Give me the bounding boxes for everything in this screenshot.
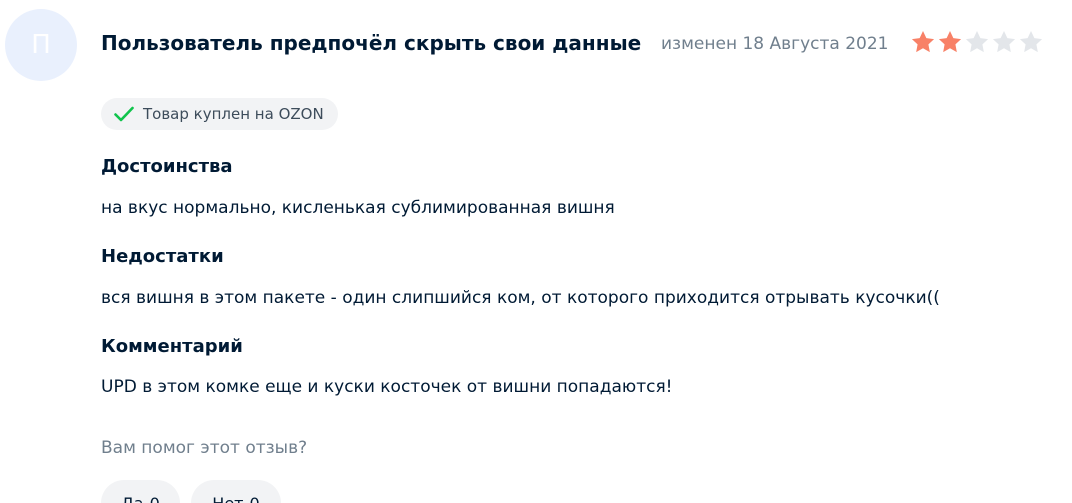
comment-text: UPD в этом комке еще и куски косточек от… (101, 377, 673, 397)
star-icon (1019, 30, 1043, 53)
cons-text: вся вишня в этом пакете - один слипшийся… (101, 288, 940, 308)
cons-title: Недостатки (101, 246, 224, 267)
vote-yes-count: 0 (149, 493, 160, 503)
review-card: П Пользователь предпочёл скрыть свои дан… (0, 0, 1072, 503)
vote-no-label: Нет (212, 493, 244, 503)
purchased-badge-text: Товар куплен на OZON (143, 105, 324, 123)
pros-title: Достоинства (101, 156, 233, 177)
vote-yes-button[interactable]: Да 0 (101, 480, 180, 503)
star-icon (911, 30, 935, 53)
purchased-badge: Товар куплен на OZON (101, 98, 338, 130)
review-date: изменен 18 Августа 2021 (661, 34, 889, 54)
avatar-initial: П (31, 30, 51, 60)
check-icon (114, 106, 134, 122)
helpful-question: Вам помог этот отзыв? (101, 438, 308, 458)
vote-no-count: 0 (249, 493, 260, 503)
star-icon (938, 30, 962, 53)
star-icon (992, 30, 1016, 53)
avatar: П (5, 9, 77, 81)
vote-yes-label: Да (121, 493, 144, 503)
comment-title: Комментарий (101, 336, 243, 357)
review-author: Пользователь предпочёл скрыть свои данны… (101, 31, 642, 55)
pros-text: на вкус нормально, кисленькая сублимиров… (101, 198, 615, 218)
star-icon (965, 30, 989, 53)
rating-stars (910, 29, 1044, 55)
vote-no-button[interactable]: Нет 0 (191, 480, 281, 503)
